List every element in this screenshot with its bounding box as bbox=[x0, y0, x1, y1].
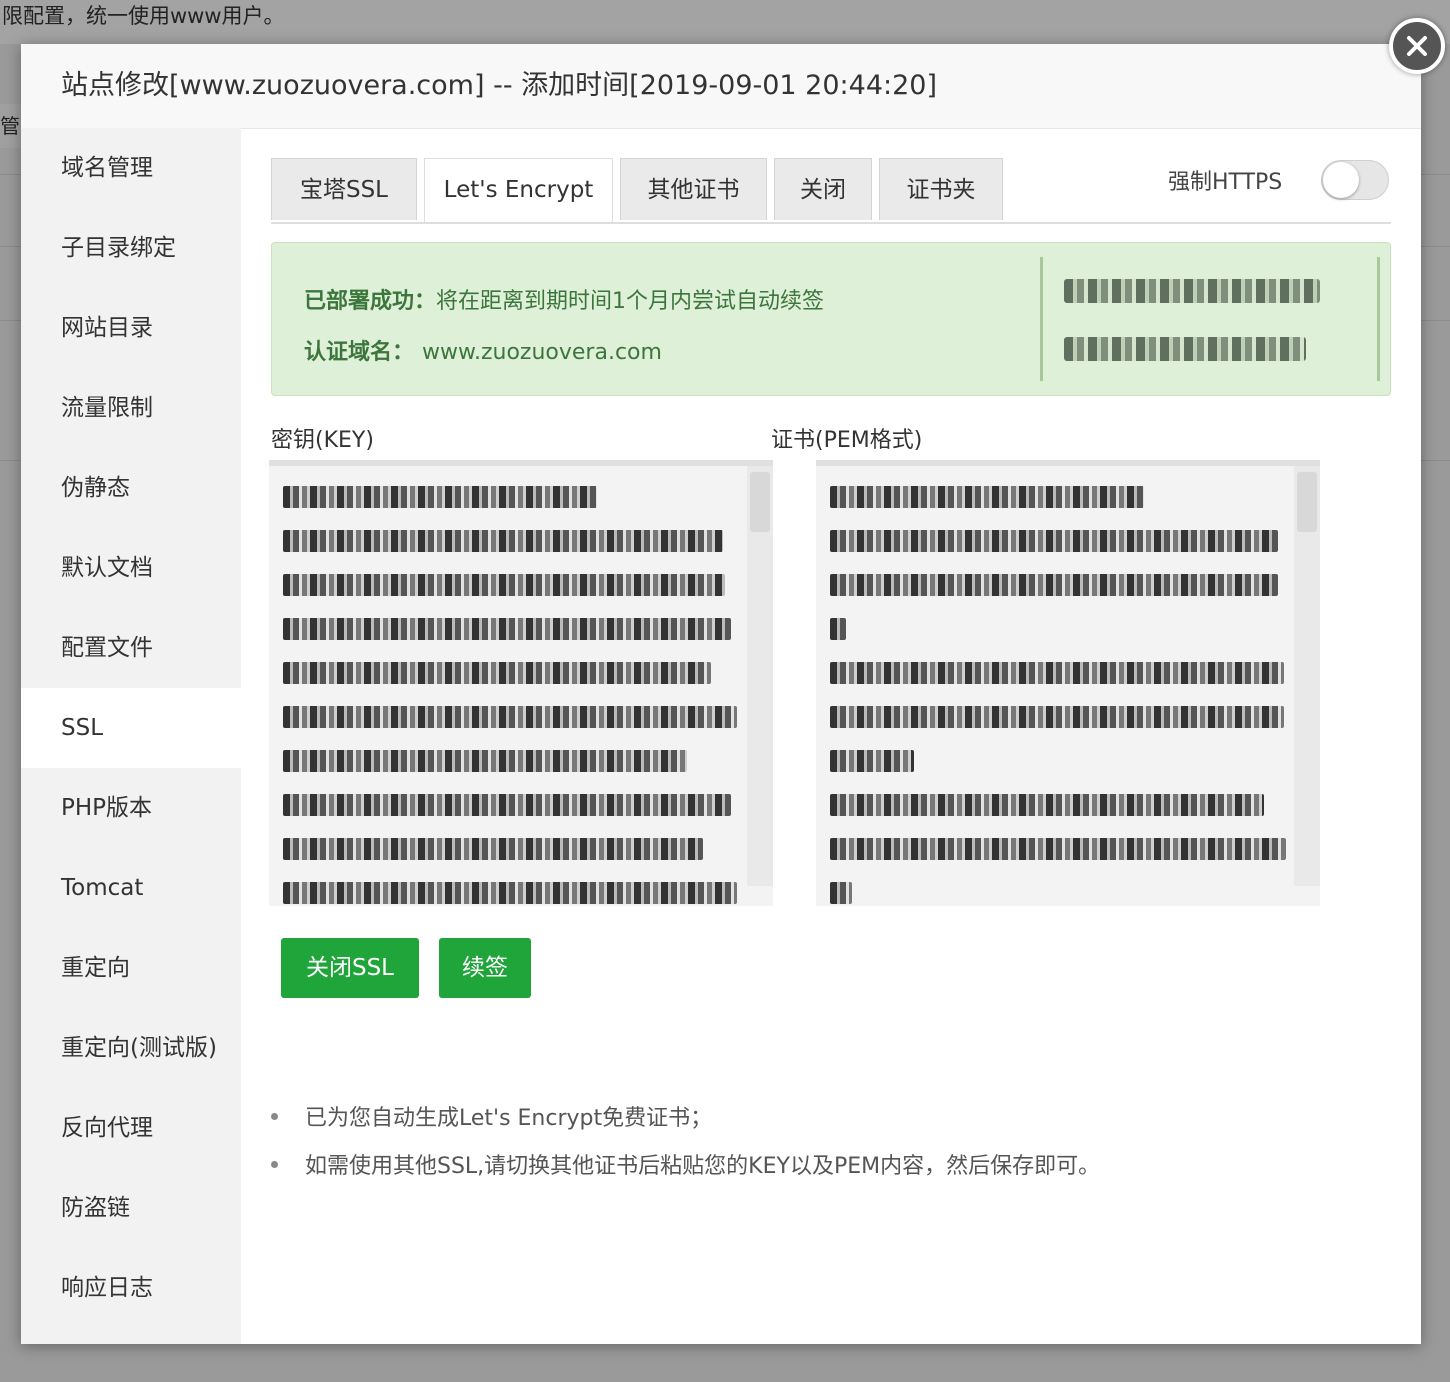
modal-close-button[interactable] bbox=[1389, 18, 1445, 74]
sidebar-item-reverse-proxy[interactable]: 反向代理 bbox=[21, 1088, 241, 1168]
modal-title: 站点修改[www.zuozuovera.com] -- 添加时间[2019-09… bbox=[21, 44, 1421, 129]
cert-domain: 认证域名： www.zuozuovera.com bbox=[304, 334, 662, 366]
close-ssl-button[interactable]: 关闭SSL bbox=[281, 938, 419, 998]
background-fragment: 管 bbox=[0, 104, 22, 148]
tab-close[interactable]: 关闭 bbox=[774, 158, 872, 220]
sidebar-item-label: 子目录绑定 bbox=[61, 235, 176, 261]
redacted-key-line bbox=[283, 530, 723, 552]
redacted-cert-line bbox=[830, 750, 914, 772]
sidebar-item-label: 域名管理 bbox=[61, 155, 153, 181]
redacted-key-line bbox=[283, 662, 711, 684]
sidebar-item-domain[interactable]: 域名管理 bbox=[21, 128, 241, 208]
sidebar-item-subdir-binding[interactable]: 子目录绑定 bbox=[21, 208, 241, 288]
ssl-panel: 宝塔SSL Let's Encrypt 其他证书 关闭 证书夹 强制HTTPS … bbox=[269, 128, 1391, 1344]
redacted-cert-line bbox=[830, 530, 1278, 552]
sidebar-item-label: 重定向(测试版) bbox=[61, 1035, 217, 1061]
tab-other-cert[interactable]: 其他证书 bbox=[620, 158, 767, 220]
sidebar-item-label: 流量限制 bbox=[61, 395, 153, 421]
redacted-cert-line bbox=[830, 574, 1278, 596]
sidebar-item-label: 配置文件 bbox=[61, 635, 153, 661]
deploy-status-label: 已部署成功： bbox=[304, 289, 437, 314]
alert-divider bbox=[1040, 257, 1043, 381]
key-textarea[interactable] bbox=[269, 460, 773, 906]
sidebar-item-rewrite[interactable]: 伪静态 bbox=[21, 448, 241, 528]
cert-domain-value: www.zuozuovera.com bbox=[422, 340, 662, 365]
cert-scrollbar[interactable] bbox=[1294, 466, 1320, 886]
redacted-cert-line bbox=[830, 706, 1284, 728]
redacted-cert-info bbox=[1064, 337, 1306, 361]
help-note-text: 如需使用其他SSL,请切换其他证书后粘贴您的KEY以及PEM内容，然后保存即可。 bbox=[305, 1154, 1101, 1179]
sidebar-item-hotlink[interactable]: 防盗链 bbox=[21, 1168, 241, 1248]
sidebar-item-label: 默认文档 bbox=[61, 555, 153, 581]
bullet-icon bbox=[271, 1161, 278, 1168]
redacted-key-line bbox=[283, 486, 597, 508]
sidebar-item-label: Tomcat bbox=[61, 875, 144, 901]
bullet-icon bbox=[271, 1113, 278, 1120]
sidebar-item-php-version[interactable]: PHP版本 bbox=[21, 768, 241, 848]
key-scrollbar[interactable] bbox=[747, 466, 773, 886]
ssl-status-alert: 已部署成功：将在距离到期时间1个月内尝试自动续签 认证域名： www.zuozuo… bbox=[271, 242, 1391, 396]
deploy-status: 已部署成功：将在距离到期时间1个月内尝试自动续签 bbox=[304, 283, 824, 315]
redacted-cert-line bbox=[830, 486, 1144, 508]
redacted-key-line bbox=[283, 750, 687, 772]
sidebar-item-default-doc[interactable]: 默认文档 bbox=[21, 528, 241, 608]
redacted-cert-info bbox=[1064, 279, 1320, 303]
background-page-text: 限配置，统一使用www用户。 bbox=[0, 0, 1450, 44]
sidebar-item-label: 网站目录 bbox=[61, 315, 153, 341]
sidebar-item-label: 反向代理 bbox=[61, 1115, 153, 1141]
tab-label: 证书夹 bbox=[906, 177, 976, 203]
sidebar-item-response-log[interactable]: 响应日志 bbox=[21, 1248, 241, 1328]
redacted-key-line bbox=[283, 882, 737, 904]
modal-sidebar: 域名管理 子目录绑定 网站目录 流量限制 伪静态 默认文档 配置文件 SSL P… bbox=[21, 128, 241, 1344]
sidebar-item-label: 伪静态 bbox=[61, 475, 130, 501]
redacted-key-line bbox=[283, 574, 725, 596]
redacted-cert-line bbox=[830, 662, 1284, 684]
sidebar-item-tomcat[interactable]: Tomcat bbox=[21, 848, 241, 928]
toggle-knob bbox=[1323, 162, 1359, 198]
tab-label: 关闭 bbox=[800, 177, 846, 203]
cert-textarea[interactable] bbox=[816, 460, 1320, 906]
tab-label: 其他证书 bbox=[647, 177, 740, 203]
tab-label: 宝塔SSL bbox=[299, 177, 388, 203]
force-https-label: 强制HTTPS bbox=[1168, 170, 1283, 195]
sidebar-item-traffic-limit[interactable]: 流量限制 bbox=[21, 368, 241, 448]
key-field-label: 密钥(KEY) bbox=[271, 428, 374, 453]
sidebar-item-site-dir[interactable]: 网站目录 bbox=[21, 288, 241, 368]
sidebar-item-label: 防盗链 bbox=[61, 1195, 130, 1221]
redacted-key-line bbox=[283, 838, 703, 860]
deploy-status-text: 将在距离到期时间1个月内尝试自动续签 bbox=[436, 289, 825, 314]
sidebar-item-label: SSL bbox=[61, 715, 104, 741]
sidebar-item-config-file[interactable]: 配置文件 bbox=[21, 608, 241, 688]
tab-cert-folder[interactable]: 证书夹 bbox=[879, 158, 1003, 220]
sidebar-item-label: PHP版本 bbox=[61, 795, 153, 821]
sidebar-item-ssl[interactable]: SSL bbox=[21, 688, 241, 768]
alert-divider bbox=[1377, 257, 1380, 381]
cert-field-label: 证书(PEM格式) bbox=[771, 428, 923, 453]
tab-label: Let's Encrypt bbox=[443, 177, 594, 203]
scroll-thumb[interactable] bbox=[1297, 472, 1317, 532]
tab-bt-ssl[interactable]: 宝塔SSL bbox=[271, 158, 417, 220]
sidebar-item-redirect-beta[interactable]: 重定向(测试版) bbox=[21, 1008, 241, 1088]
sidebar-item-redirect[interactable]: 重定向 bbox=[21, 928, 241, 1008]
sidebar-item-label: 重定向 bbox=[61, 955, 130, 981]
force-https-toggle[interactable] bbox=[1321, 160, 1389, 200]
redacted-cert-line bbox=[830, 794, 1264, 816]
redacted-key-line bbox=[283, 618, 731, 640]
cert-domain-label: 认证域名： bbox=[304, 340, 415, 365]
sidebar-item-label: 响应日志 bbox=[61, 1275, 153, 1301]
tab-lets-encrypt[interactable]: Let's Encrypt bbox=[424, 158, 613, 222]
help-note-text: 已为您自动生成Let's Encrypt免费证书； bbox=[305, 1106, 713, 1131]
redacted-cert-line bbox=[830, 838, 1286, 860]
site-edit-modal: 站点修改[www.zuozuovera.com] -- 添加时间[2019-09… bbox=[21, 44, 1421, 1344]
scroll-thumb[interactable] bbox=[750, 472, 770, 532]
redacted-cert-line bbox=[830, 882, 852, 904]
redacted-cert-line bbox=[830, 618, 846, 640]
redacted-key-line bbox=[283, 794, 731, 816]
close-icon bbox=[1407, 36, 1427, 56]
redacted-key-line bbox=[283, 706, 737, 728]
renew-button[interactable]: 续签 bbox=[439, 938, 531, 998]
